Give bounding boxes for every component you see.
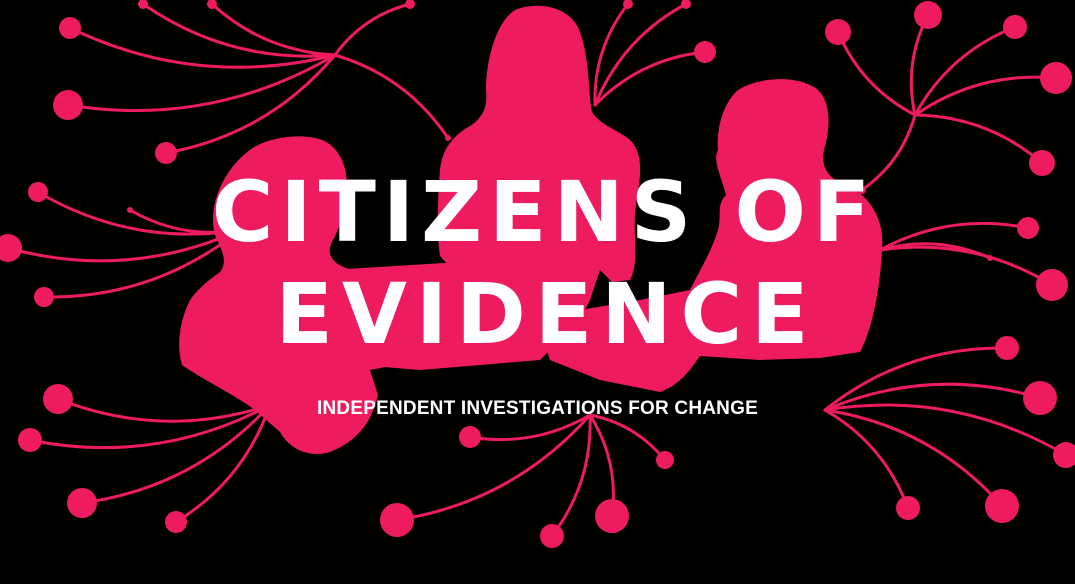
network-node: [681, 0, 691, 9]
network-node: [53, 90, 83, 120]
network-node: [825, 19, 851, 45]
network-node: [896, 496, 920, 520]
network-node: [59, 17, 81, 39]
network-line: [593, 2, 688, 107]
network-node: [656, 451, 674, 469]
network-node: [987, 255, 993, 261]
network-line: [333, 53, 450, 140]
network-line: [210, 2, 337, 57]
network-node: [1040, 62, 1072, 94]
network-line: [913, 25, 1017, 117]
network-line: [174, 403, 272, 524]
network-node: [405, 0, 415, 9]
network-line: [913, 113, 1044, 165]
network-node: [165, 511, 187, 533]
network-line: [836, 30, 917, 117]
network-line: [823, 408, 1004, 508]
network-node: [380, 503, 414, 537]
network-line: [823, 408, 910, 510]
network-node: [985, 489, 1019, 523]
title-line-1: CITIZENS OF: [211, 163, 878, 261]
network-node: [459, 426, 481, 448]
network-node: [1003, 15, 1027, 39]
hero-banner: CITIZENS OF EVIDENCE INDEPENDENT INVESTI…: [0, 0, 1075, 584]
network-node: [18, 428, 42, 452]
title-line-2: EVIDENCE: [275, 265, 818, 363]
network-line: [141, 2, 337, 58]
network-node: [67, 488, 97, 518]
network-line: [395, 413, 592, 522]
network-node: [1053, 442, 1075, 468]
network-node: [595, 499, 629, 533]
network-line: [593, 50, 707, 107]
network-line: [68, 26, 337, 69]
tagline: INDEPENDENT INVESTIGATIONS FOR CHANGE: [317, 398, 758, 419]
network-line: [333, 2, 412, 57]
network-node: [155, 142, 177, 164]
network-node: [540, 524, 564, 548]
network-node: [694, 41, 716, 63]
network-node: [914, 1, 942, 29]
network-node: [445, 135, 451, 141]
